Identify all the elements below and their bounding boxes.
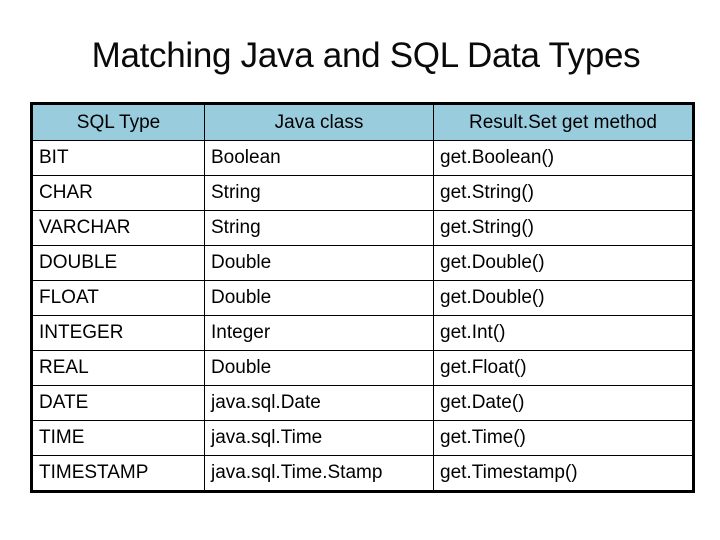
column-header-java-class: Java class bbox=[204, 103, 434, 141]
get-method-cell: get.Double() bbox=[433, 280, 694, 316]
get-method-cell: get.Int() bbox=[433, 315, 694, 351]
sql-type-cell: FLOAT bbox=[31, 280, 205, 316]
sql-type-cell: REAL bbox=[31, 350, 205, 386]
get-method-cell: get.Date() bbox=[433, 385, 694, 421]
table-header-row: SQL Type Java class Result.Set get metho… bbox=[31, 103, 694, 141]
get-method-cell: get.Float() bbox=[433, 350, 694, 386]
sql-type-cell: BIT bbox=[31, 140, 205, 176]
table-row: DOUBLE Double get.Double() bbox=[31, 245, 694, 281]
sql-type-cell: INTEGER bbox=[31, 315, 205, 351]
get-method-cell: get.String() bbox=[433, 210, 694, 246]
sql-type-cell: TIMESTAMP bbox=[31, 455, 205, 492]
table-row: TIMESTAMP java.sql.Time.Stamp get.Timest… bbox=[31, 455, 694, 492]
table-row: VARCHAR String get.String() bbox=[31, 210, 694, 246]
get-method-cell: get.Timestamp() bbox=[433, 455, 694, 492]
table-row: TIME java.sql.Time get.Time() bbox=[31, 420, 694, 456]
java-class-cell: java.sql.Date bbox=[204, 385, 434, 421]
table-row: DATE java.sql.Date get.Date() bbox=[31, 385, 694, 421]
sql-type-cell: TIME bbox=[31, 420, 205, 456]
java-class-cell: java.sql.Time bbox=[204, 420, 434, 456]
java-class-cell: java.sql.Time.Stamp bbox=[204, 455, 434, 492]
column-header-get-method: Result.Set get method bbox=[433, 103, 694, 141]
java-class-cell: String bbox=[204, 175, 434, 211]
sql-type-cell: CHAR bbox=[31, 175, 205, 211]
data-type-table: SQL Type Java class Result.Set get metho… bbox=[30, 102, 695, 493]
java-class-cell: Double bbox=[204, 245, 434, 281]
java-class-cell: String bbox=[204, 210, 434, 246]
get-method-cell: get.Boolean() bbox=[433, 140, 694, 176]
slide-title: Matching Java and SQL Data Types bbox=[91, 36, 641, 75]
java-class-cell: Double bbox=[204, 280, 434, 316]
sql-type-cell: DOUBLE bbox=[31, 245, 205, 281]
java-class-cell: Integer bbox=[204, 315, 434, 351]
java-class-cell: Double bbox=[204, 350, 434, 386]
column-header-sql-type: SQL Type bbox=[31, 103, 205, 141]
sql-type-cell: VARCHAR bbox=[31, 210, 205, 246]
get-method-cell: get.Time() bbox=[433, 420, 694, 456]
table-row: BIT Boolean get.Boolean() bbox=[31, 140, 694, 176]
table-row: INTEGER Integer get.Int() bbox=[31, 315, 694, 351]
java-class-cell: Boolean bbox=[204, 140, 434, 176]
table-row: CHAR String get.String() bbox=[31, 175, 694, 211]
sql-type-cell: DATE bbox=[31, 385, 205, 421]
table-row: REAL Double get.Float() bbox=[31, 350, 694, 386]
get-method-cell: get.String() bbox=[433, 175, 694, 211]
get-method-cell: get.Double() bbox=[433, 245, 694, 281]
table-row: FLOAT Double get.Double() bbox=[31, 280, 694, 316]
